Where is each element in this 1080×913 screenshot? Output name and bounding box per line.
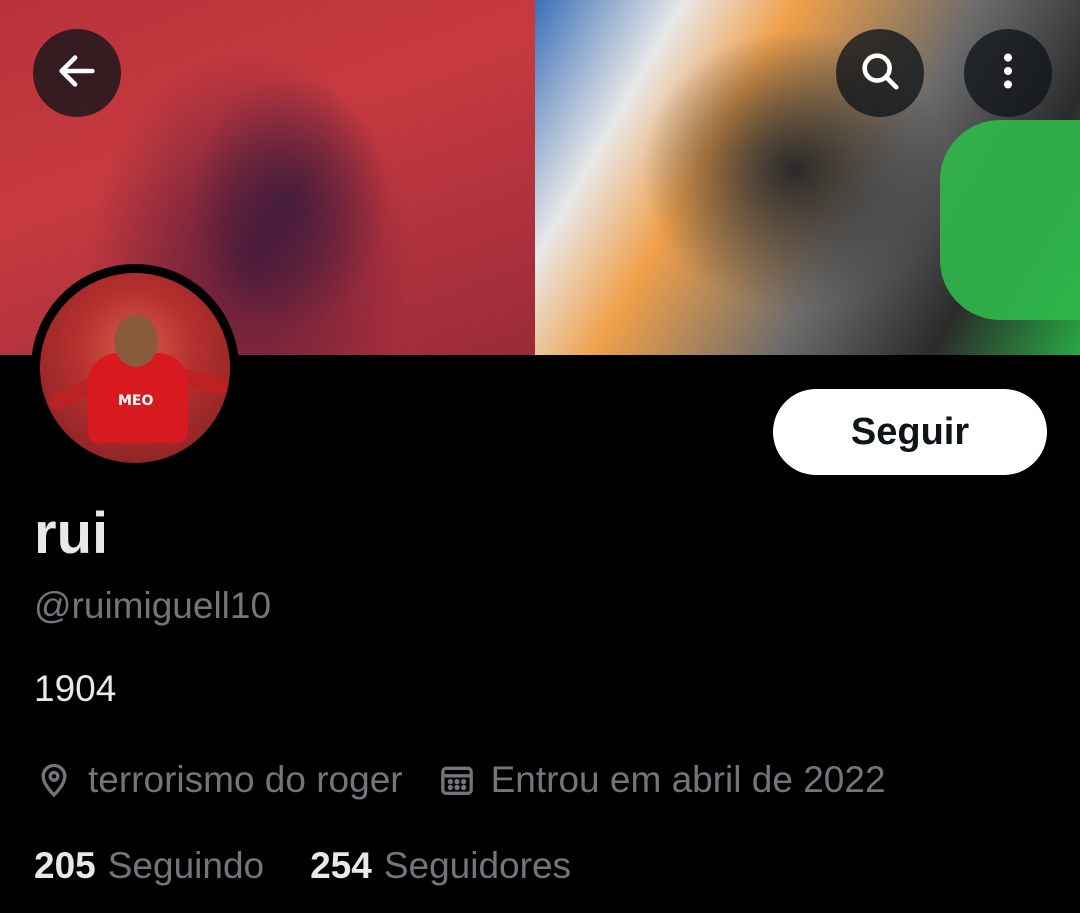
following-link[interactable]: 205 Seguindo	[34, 845, 264, 887]
follow-stats: 205 Seguindo 254 Seguidores	[34, 838, 571, 894]
back-button[interactable]	[33, 29, 121, 117]
joined-date-text: Entrou em abril de 2022	[490, 759, 886, 800]
avatar-shirt-text: MEO	[118, 393, 154, 409]
followers-count: 254	[310, 845, 372, 886]
bio: 1904	[34, 668, 117, 709]
more-vertical-icon	[985, 48, 1031, 98]
user-handle: @ruimiguell10	[34, 585, 272, 626]
profile-meta: terrorismo do roger Entrou em abril de 2…	[34, 752, 886, 808]
search-button[interactable]	[836, 29, 924, 117]
followers-link[interactable]: 254 Seguidores	[310, 845, 571, 887]
followers-label: Seguidores	[383, 845, 572, 886]
follow-button[interactable]: Seguir	[773, 389, 1047, 475]
location-text: terrorismo do roger	[88, 759, 403, 800]
banner-decoration	[940, 120, 1080, 320]
following-label: Seguindo	[107, 845, 265, 886]
location-pin-icon	[34, 760, 74, 800]
following-count: 205	[34, 845, 96, 886]
search-icon	[857, 48, 903, 98]
avatar[interactable]: MEO	[31, 264, 239, 472]
display-name: rui	[34, 501, 109, 566]
more-options-button[interactable]	[964, 29, 1052, 117]
calendar-icon	[437, 760, 477, 800]
avatar-image: MEO	[40, 273, 230, 463]
arrow-left-icon	[54, 48, 100, 98]
